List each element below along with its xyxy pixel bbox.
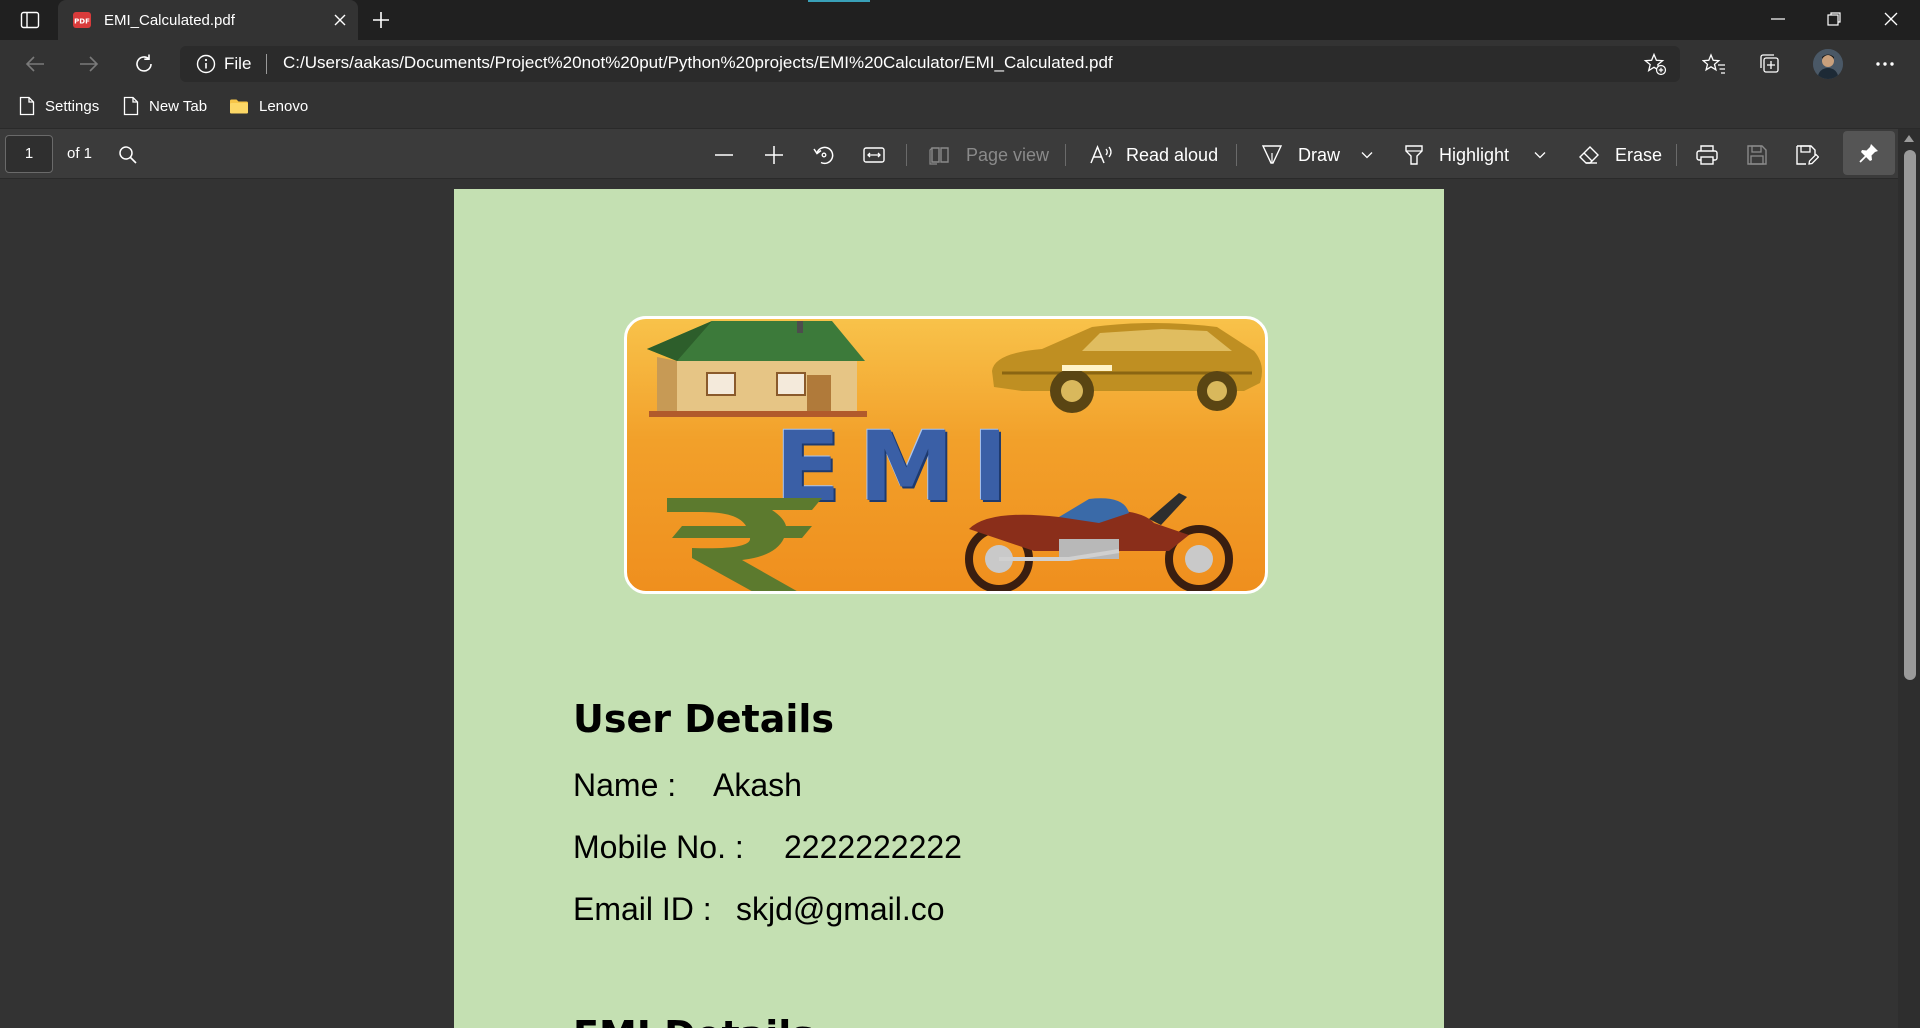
user-details-heading: User Details <box>573 697 835 741</box>
highlight-button[interactable]: Highlight <box>1439 145 1509 166</box>
scroll-up-arrow-icon[interactable] <box>1902 131 1916 145</box>
site-info-label: File <box>224 54 252 73</box>
address-separator <box>266 54 267 74</box>
info-icon <box>196 54 216 74</box>
toolbar-separator <box>1676 144 1677 166</box>
toolbar-separator <box>906 144 907 166</box>
favorite-lenovo[interactable]: Lenovo <box>229 95 308 117</box>
eraser-icon[interactable] <box>1573 139 1605 171</box>
tab-title: EMI_Calculated.pdf <box>104 11 235 29</box>
house-illustration <box>647 321 867 417</box>
motorbike-illustration <box>965 493 1233 591</box>
fit-to-width-icon[interactable] <box>858 139 890 171</box>
browser-tab-active[interactable]: PDF EMI_Calculated.pdf <box>58 0 358 40</box>
mobile-label: Mobile No. : <box>573 829 744 865</box>
zoom-out-icon[interactable] <box>708 139 740 171</box>
email-row: Email ID : skjd@gmail.co <box>573 891 945 928</box>
name-label: Name : <box>573 767 677 803</box>
highlighter-icon[interactable] <box>1398 139 1430 171</box>
favorite-label: New Tab <box>149 97 208 115</box>
zoom-in-icon[interactable] <box>758 139 790 171</box>
mobile-row: Mobile No. : 2222222222 <box>573 829 962 866</box>
search-icon[interactable] <box>112 139 144 171</box>
tab-actions-icon[interactable] <box>14 8 46 32</box>
email-label: Email ID : <box>573 891 712 927</box>
back-arrow-icon[interactable] <box>18 48 52 80</box>
profile-avatar[interactable] <box>1813 49 1843 79</box>
favorite-settings[interactable]: Settings <box>19 95 99 117</box>
refresh-icon[interactable] <box>127 48 161 80</box>
pdf-page: EMI User Details Name : Akash Mobile No. … <box>454 189 1444 1028</box>
forward-arrow-icon[interactable] <box>72 48 106 80</box>
pdf-file-icon: PDF <box>72 11 92 29</box>
print-icon[interactable] <box>1691 139 1723 171</box>
favorites-icon[interactable] <box>1697 47 1731 81</box>
more-options-icon[interactable] <box>1868 47 1902 81</box>
read-aloud-button[interactable]: Read aloud <box>1126 145 1218 166</box>
close-tab-icon[interactable] <box>330 10 350 30</box>
window-accent-bar <box>808 0 870 2</box>
site-info-button[interactable]: File <box>196 53 251 75</box>
name-row: Name : Akash <box>573 767 802 804</box>
pin-toolbar-icon[interactable] <box>1843 131 1895 175</box>
close-window-icon[interactable] <box>1862 0 1920 38</box>
add-favorite-star-icon[interactable] <box>1641 50 1669 78</box>
highlight-options-chevron-down-icon[interactable] <box>1524 139 1556 171</box>
erase-button[interactable]: Erase <box>1615 145 1662 166</box>
save-as-icon[interactable] <box>1791 139 1823 171</box>
draw-button[interactable]: Draw <box>1298 145 1340 166</box>
rotate-icon[interactable] <box>808 139 840 171</box>
email-value: skjd@gmail.co <box>736 891 945 927</box>
car-illustration <box>992 323 1262 413</box>
toolbar-separator <box>1236 144 1237 166</box>
favorite-label: Settings <box>45 97 100 115</box>
page-count-label: of 1 <box>67 145 93 162</box>
draw-pen-icon[interactable] <box>1256 139 1288 171</box>
name-value: Akash <box>713 767 802 803</box>
page-icon <box>19 96 35 116</box>
emi-details-heading: EMI Details <box>573 1013 814 1028</box>
scrollbar-thumb[interactable] <box>1904 150 1916 680</box>
minimize-icon[interactable] <box>1749 0 1807 38</box>
toolbar-separator <box>1065 144 1066 166</box>
restore-icon[interactable] <box>1805 0 1863 38</box>
save-icon[interactable] <box>1741 139 1773 171</box>
folder-icon <box>229 98 249 114</box>
new-tab-icon[interactable] <box>366 6 396 34</box>
draw-options-chevron-down-icon[interactable] <box>1351 139 1383 171</box>
page-view-button[interactable]: Page view <box>966 145 1049 166</box>
page-icon <box>123 96 139 116</box>
read-aloud-icon[interactable] <box>1086 139 1118 171</box>
favorite-label: Lenovo <box>259 97 309 115</box>
svg-text:PDF: PDF <box>74 18 90 26</box>
page-number-input[interactable]: 1 <box>5 135 53 173</box>
mobile-value: 2222222222 <box>784 829 962 865</box>
rupee-symbol-illustration <box>667 498 822 591</box>
page-view-icon[interactable] <box>924 139 956 171</box>
url-text[interactable]: C:/Users/aakas/Documents/Project%20not%2… <box>283 53 1113 73</box>
favorite-new-tab[interactable]: New Tab <box>123 95 207 117</box>
collections-icon[interactable] <box>1753 47 1787 81</box>
emi-banner-image: EMI <box>624 316 1268 594</box>
